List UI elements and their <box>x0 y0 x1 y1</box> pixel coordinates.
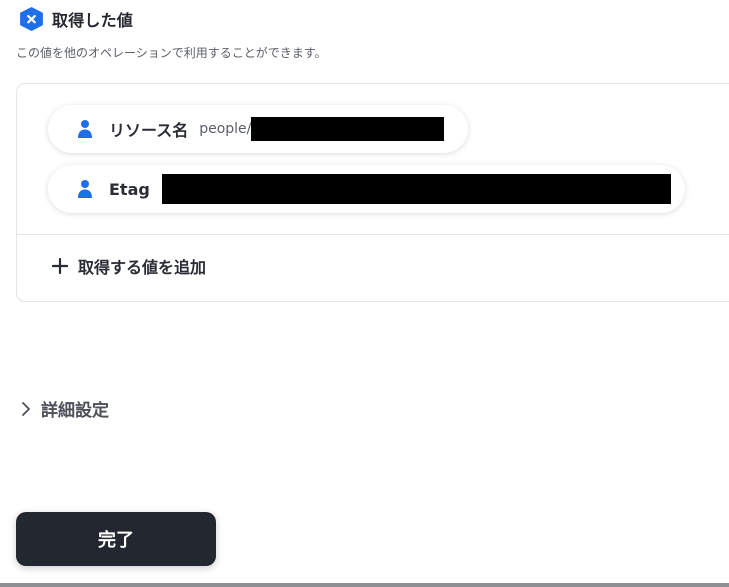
field-name: リソース名 <box>109 121 189 140</box>
advanced-settings-toggle[interactable]: 詳細設定 <box>19 396 109 421</box>
value-chip-resource-name[interactable]: リソース名 people/ <box>48 105 468 153</box>
add-value-button[interactable]: 取得する値を追加 <box>52 254 206 278</box>
yoom-hex-icon <box>20 7 43 31</box>
field-value: people/ <box>199 121 252 137</box>
person-icon <box>78 120 92 138</box>
value-chip-etag[interactable]: Etag <box>48 165 685 213</box>
done-button[interactable]: 完了 <box>16 512 216 566</box>
window-bottom-edge <box>0 583 729 587</box>
page: 取得した値 この値を他のオペレーションで利用することができます。 リソース名 p… <box>0 0 729 587</box>
section-description: この値を他のオペレーションで利用することができます。 <box>16 46 327 60</box>
divider <box>17 234 729 235</box>
person-icon <box>78 180 92 198</box>
redaction-block <box>251 117 445 141</box>
field-name: Etag <box>109 179 150 199</box>
add-value-label: 取得する値を追加 <box>78 258 207 277</box>
redaction-block <box>161 174 671 204</box>
fetched-values-card: リソース名 people/ Etag 取得する値を追加 <box>16 83 729 302</box>
plus-icon <box>52 258 68 274</box>
section-title: 取得した値 <box>52 11 134 30</box>
section-header: 取得した値 <box>19 7 133 31</box>
advanced-settings-label: 詳細設定 <box>41 401 109 421</box>
chevron-right-icon <box>22 401 30 416</box>
